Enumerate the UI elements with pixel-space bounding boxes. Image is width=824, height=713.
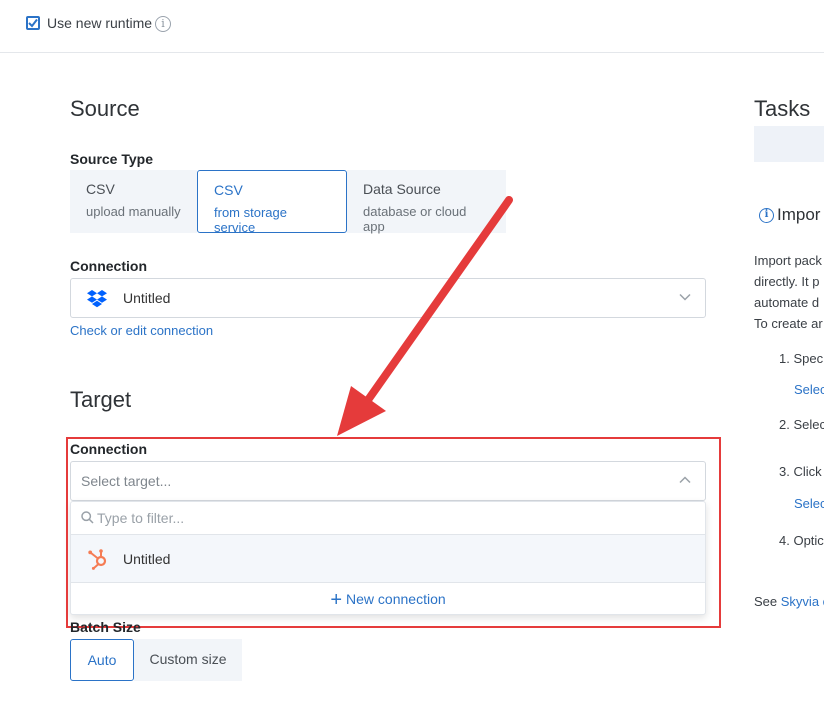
help-step-text: Spec	[793, 351, 824, 366]
tasks-heading: Tasks	[754, 96, 811, 121]
help-step: 3. Click	[779, 464, 822, 479]
source-type-csv-storage[interactable]: CSV from storage service	[197, 170, 347, 235]
source-connection-value: Untitled	[123, 290, 171, 306]
source-type-subtitle: upload manually	[86, 204, 181, 219]
source-type-data-source[interactable]: Data Source database or cloud app	[347, 170, 506, 234]
new-connection-label: New connection	[346, 591, 446, 607]
target-connection-placeholder: Select target...	[81, 473, 172, 489]
checkmark-icon	[28, 18, 38, 28]
info-icon[interactable]: i	[155, 16, 171, 32]
search-icon	[81, 511, 94, 524]
help-text-line: automate d	[754, 295, 820, 310]
new-connection-button[interactable]: + New connection	[71, 584, 705, 615]
filter-input[interactable]	[97, 508, 677, 528]
help-step-number: 4.	[779, 533, 790, 548]
top-bar: Use new runtime i	[0, 0, 824, 53]
target-connection-dropdown: Untitled +New connection	[70, 501, 706, 615]
source-type-subtitle: from storage service	[214, 205, 287, 235]
check-edit-connection-link[interactable]: Check or edit connection	[70, 323, 213, 338]
source-connection-label: Connection	[70, 258, 147, 274]
see-docs-prefix: See	[754, 594, 778, 609]
info-icon: i	[759, 208, 774, 223]
help-step-number: 3.	[779, 464, 790, 479]
help-text-line: To create ar	[754, 316, 823, 331]
tasks-list-area	[754, 126, 824, 162]
help-step: 2. Selec	[779, 417, 824, 432]
dropbox-icon	[87, 290, 107, 308]
batch-size-auto-button[interactable]: Auto	[70, 639, 134, 681]
target-connection-label: Connection	[70, 441, 147, 457]
batch-size-custom-button[interactable]: Custom size	[134, 639, 242, 681]
target-heading: Target	[70, 387, 132, 412]
help-text-line: Import pack	[754, 253, 822, 268]
filter-row	[71, 502, 705, 535]
help-step-number: 2.	[779, 417, 790, 432]
import-help-title: Impor	[777, 205, 821, 224]
source-type-title: Data Source	[363, 181, 441, 197]
source-connection-select[interactable]: Untitled	[70, 278, 706, 318]
source-heading: Source	[70, 96, 140, 121]
help-step-text: Optic	[793, 533, 824, 548]
skyvia-docs-link[interactable]: Skyvia c	[781, 594, 824, 609]
source-type-title: CSV	[86, 181, 115, 197]
source-type-subtitle: database or cloud app	[363, 204, 467, 234]
hubspot-icon	[88, 549, 107, 570]
source-type-label: Source Type	[70, 151, 153, 167]
use-new-runtime-checkbox[interactable]	[26, 16, 40, 30]
use-new-runtime-label[interactable]: Use new runtime	[47, 15, 152, 31]
help-step-sublink[interactable]: Selec	[794, 496, 824, 511]
connection-option-untitled[interactable]: Untitled	[71, 535, 705, 583]
help-step-text: Click	[793, 464, 822, 479]
target-connection-select[interactable]: Select target...	[70, 461, 706, 501]
help-step-number: 1.	[779, 351, 790, 366]
source-type-title: CSV	[214, 182, 243, 198]
help-step-sublink[interactable]: Selec	[794, 382, 824, 397]
see-docs-line: See Skyvia c	[754, 594, 824, 609]
chevron-up-icon	[679, 476, 691, 484]
help-step: 1. Spec	[779, 351, 823, 366]
help-step: 4. Optic	[779, 533, 824, 548]
help-step-text: Selec	[793, 417, 824, 432]
help-text-line: directly. It p	[754, 274, 820, 289]
plus-icon: +	[330, 589, 343, 611]
batch-size-label: Batch Size	[70, 619, 141, 635]
connection-option-label: Untitled	[123, 551, 171, 567]
chevron-down-icon	[679, 293, 691, 301]
source-type-csv-upload[interactable]: CSV upload manually	[70, 170, 197, 233]
